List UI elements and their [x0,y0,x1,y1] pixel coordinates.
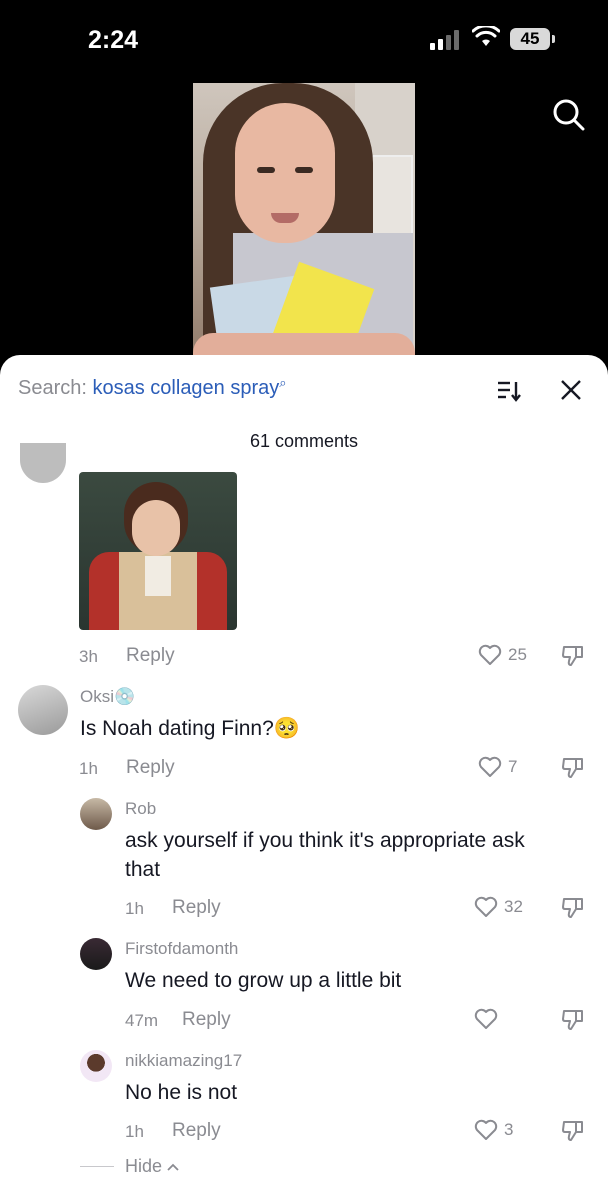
comment-text: No he is not [125,1081,238,1104]
like-count: 32 [504,897,523,916]
comment-text: Is Noah dating Finn?🥺 [80,714,300,743]
video-mouth [271,213,299,223]
hide-replies-button[interactable]: Hide [125,1156,180,1177]
comment-author[interactable]: Oksi💿 [80,687,135,707]
heart-icon [474,1119,498,1140]
cellular-signal-icon [430,30,459,50]
comment-body: Is Noah dating Finn? [80,717,274,740]
hide-label: Hide [125,1156,163,1176]
comment-author[interactable]: Rob [125,799,156,819]
heart-icon [478,756,502,777]
like-button[interactable]: 32 [474,896,523,918]
comment-emoji: 🥺 [273,717,300,740]
chevron-up-icon [167,1163,179,1171]
video-eye-right [295,167,313,173]
like-button[interactable] [474,1008,504,1030]
image-shirt [145,556,171,596]
battery-level: 45 [510,28,550,50]
comment-time: 47m [125,1011,159,1030]
comment-time: 3h [79,647,98,666]
status-time: 2:24 [88,26,139,54]
search-icon[interactable]: ⌕ [279,375,286,390]
image-face [132,500,180,556]
reply-button[interactable]: Reply [172,897,221,919]
avatar[interactable] [80,938,112,970]
comment-text-line-2: that [125,858,161,881]
comment-time: 1h [125,1122,144,1141]
avatar[interactable] [80,798,112,830]
search-query[interactable]: kosas collagen spray [93,377,280,399]
comment-time: 1h [79,759,98,778]
like-count: 25 [508,645,527,664]
heart-icon [474,896,498,917]
thumbs-down-icon[interactable] [560,895,586,921]
reply-button[interactable]: Reply [126,645,175,667]
comments-sheet: Search: kosas collagen spray⌕ 61 comment… [0,355,608,1200]
video-eye-left [257,167,275,173]
reply-button[interactable]: Reply [182,1009,231,1031]
status-bar: 2:24 45 [0,0,608,80]
reply-button[interactable]: Reply [126,757,175,779]
battery-tip [552,35,555,43]
like-count: 3 [504,1120,514,1139]
like-button[interactable]: 3 [474,1119,513,1141]
comment-search-bar[interactable]: Search: kosas collagen spray⌕ [18,375,287,400]
like-button[interactable]: 25 [478,644,527,666]
author-name: Oksi [80,687,114,706]
comment-text: We need to grow up a little bit [125,969,402,992]
comment-count: 61 comments [249,431,359,451]
avatar[interactable] [20,443,66,483]
avatar[interactable] [18,685,68,735]
avatar[interactable] [80,1050,112,1082]
video-face [235,103,335,243]
like-count: 7 [508,757,518,776]
like-button[interactable]: 7 [478,756,517,778]
thumbs-down-icon[interactable] [560,1007,586,1033]
author-emoji: 💿 [114,687,136,706]
heart-icon [474,1008,498,1029]
sort-icon[interactable] [496,379,522,403]
search-icon[interactable] [552,98,586,132]
comment-time: 1h [125,899,144,918]
thumbs-down-icon[interactable] [560,1118,586,1144]
thumbs-down-icon[interactable] [560,643,586,669]
wifi-icon [472,26,500,46]
comment-text-line-1: ask yourself if you think it's appropria… [125,829,525,852]
comment-author[interactable]: nikkiamazing17 [125,1051,242,1071]
comment-author[interactable]: Firstofdamonth [125,939,238,959]
video-preview[interactable] [193,83,415,373]
search-prefix: Search: [18,377,87,399]
comment-image[interactable] [79,472,237,630]
close-icon[interactable] [560,379,582,401]
thumbs-down-icon[interactable] [560,755,586,781]
heart-icon [478,644,502,665]
reply-button[interactable]: Reply [172,1120,221,1142]
hide-divider [80,1166,114,1167]
